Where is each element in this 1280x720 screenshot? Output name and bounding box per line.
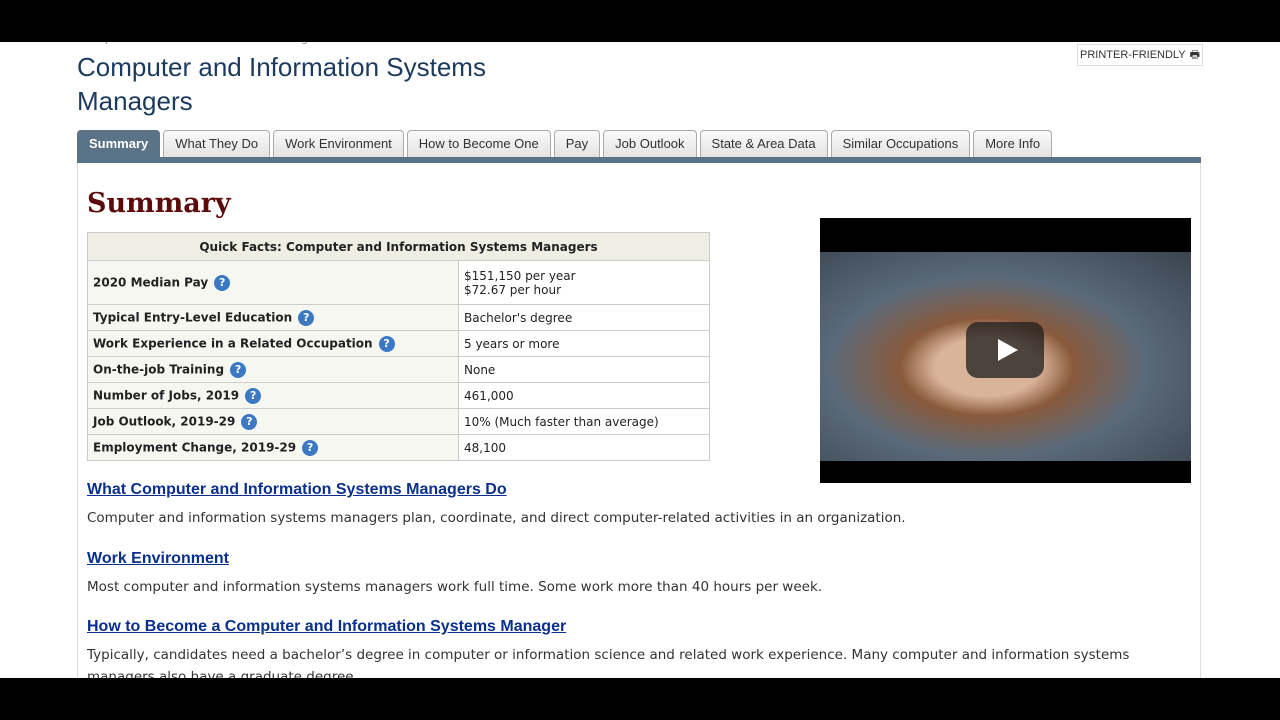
question-icon[interactable]: ? bbox=[378, 335, 395, 352]
quick-facts-table: Quick Facts: Computer and Information Sy… bbox=[87, 232, 710, 461]
letterbox-top bbox=[0, 0, 1280, 42]
summary-heading: Summary bbox=[87, 188, 231, 219]
fact-value: 48,100 bbox=[458, 434, 710, 461]
letterbox-bottom bbox=[0, 678, 1280, 720]
tab-how-to-become-one[interactable]: How to Become One bbox=[406, 130, 551, 158]
work-environment-link[interactable]: Work Environment bbox=[87, 550, 1177, 568]
page-title: Computer and Information Systems Manager… bbox=[77, 52, 486, 116]
tab-pay[interactable]: Pay bbox=[553, 130, 601, 158]
tab-similar-occupations[interactable]: Similar Occupations bbox=[830, 130, 971, 158]
tab-bar: Summary What They Do Work Environment Ho… bbox=[77, 130, 1053, 158]
fact-label: Job Outlook, 2019-29? bbox=[87, 408, 459, 435]
fact-label: Number of Jobs, 2019? bbox=[87, 382, 459, 409]
printer-label: PRINTER-FRIENDLY bbox=[1080, 49, 1186, 61]
question-icon[interactable]: ? bbox=[245, 387, 262, 404]
how-to-become-link[interactable]: How to Become a Computer and Information… bbox=[87, 618, 1177, 636]
section-what-they-do: What Computer and Information Systems Ma… bbox=[87, 481, 1177, 529]
fact-label: On-the-job Training? bbox=[87, 356, 459, 383]
fact-label: 2020 Median Pay? bbox=[87, 260, 459, 305]
section-text: Computer and information systems manager… bbox=[87, 510, 906, 526]
fact-value: Bachelor's degree bbox=[458, 304, 710, 331]
question-icon[interactable]: ? bbox=[241, 413, 258, 430]
tab-what-they-do[interactable]: What They Do bbox=[163, 130, 271, 158]
fact-value: 10% (Much faster than average) bbox=[458, 408, 710, 435]
tab-more-info[interactable]: More Info bbox=[973, 130, 1053, 158]
tab-job-outlook[interactable]: Job Outlook bbox=[603, 130, 697, 158]
printer-friendly-button[interactable]: PRINTER-FRIENDLY 🖶 bbox=[1077, 44, 1203, 66]
question-icon[interactable]: ? bbox=[214, 274, 231, 291]
question-icon[interactable]: ? bbox=[298, 309, 315, 326]
section-work-environment: Work Environment Most computer and infor… bbox=[87, 550, 1177, 598]
play-icon[interactable] bbox=[966, 322, 1044, 378]
quick-facts-header: Quick Facts: Computer and Information Sy… bbox=[87, 232, 710, 261]
question-icon[interactable]: ? bbox=[230, 361, 247, 378]
video-player[interactable] bbox=[820, 218, 1191, 483]
tab-summary[interactable]: Summary bbox=[77, 130, 161, 158]
tab-state-area-data[interactable]: State & Area Data bbox=[699, 130, 828, 158]
question-icon[interactable]: ? bbox=[302, 439, 319, 456]
fact-value: 461,000 bbox=[458, 382, 710, 409]
fact-value: $151,150 per year $72.67 per hour bbox=[458, 260, 710, 305]
fact-label: Employment Change, 2019-29? bbox=[87, 434, 459, 461]
tab-work-environment[interactable]: Work Environment bbox=[273, 130, 404, 158]
fact-label: Work Experience in a Related Occupation? bbox=[87, 330, 459, 357]
what-they-do-link[interactable]: What Computer and Information Systems Ma… bbox=[87, 481, 1177, 499]
printer-icon: 🖶 bbox=[1189, 48, 1200, 61]
section-text: Most computer and information systems ma… bbox=[87, 579, 823, 595]
fact-value: 5 years or more bbox=[458, 330, 710, 357]
fact-label: Typical Entry-Level Education? bbox=[87, 304, 459, 331]
fact-value: None bbox=[458, 356, 710, 383]
